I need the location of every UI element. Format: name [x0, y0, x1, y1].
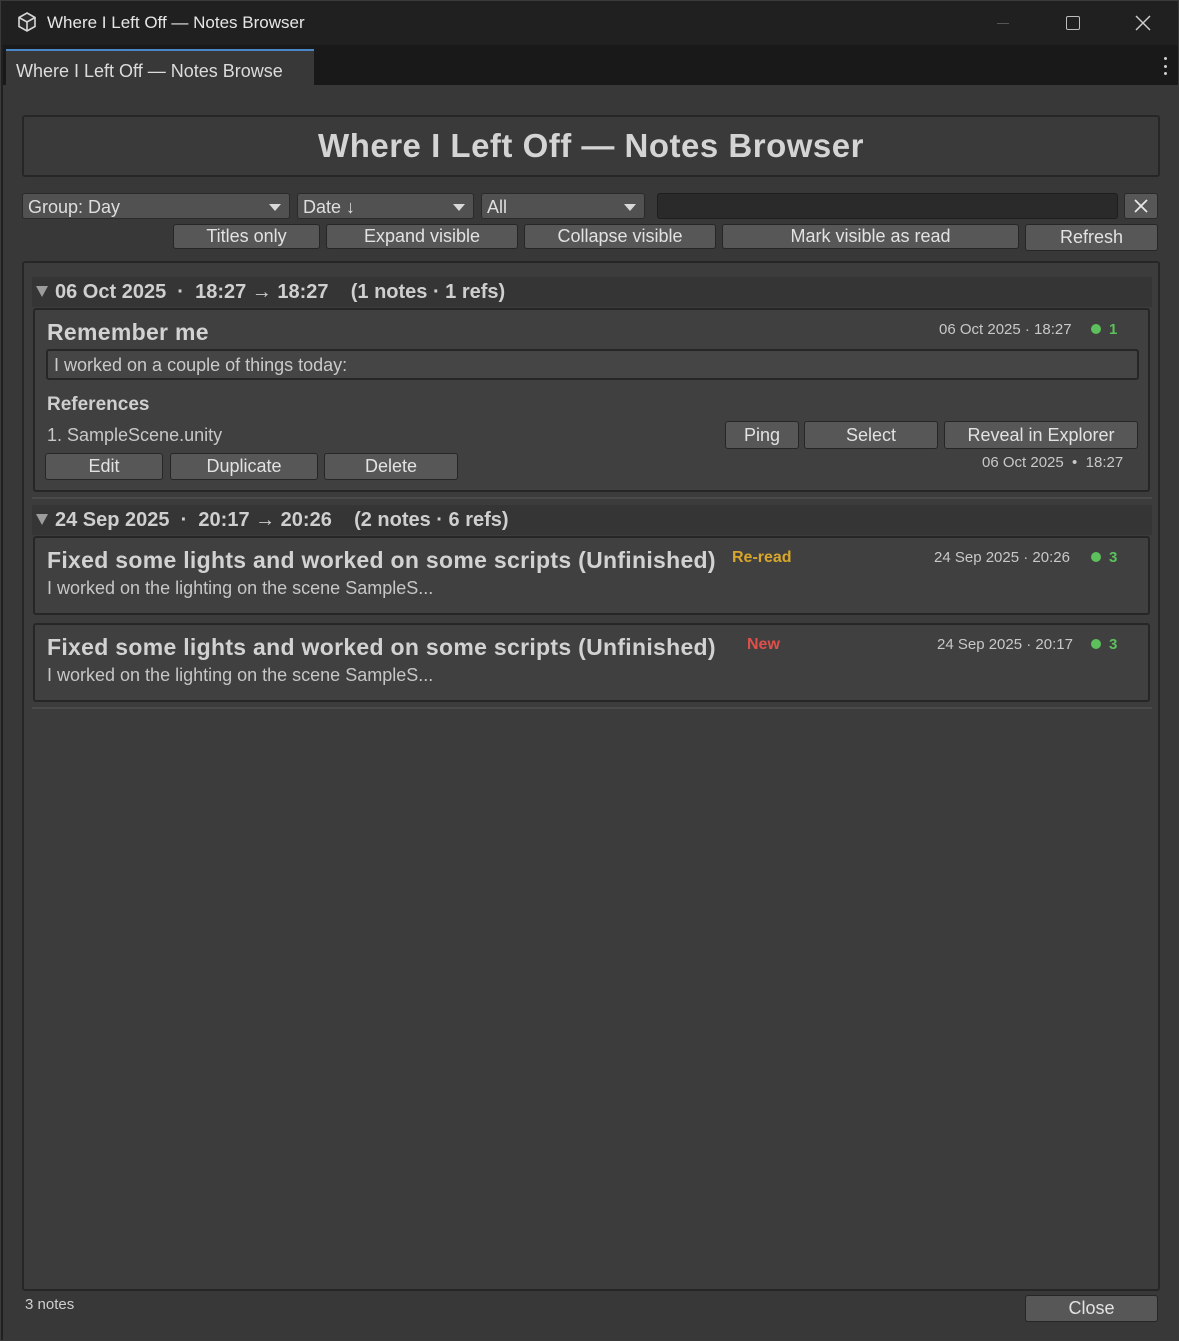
kebab-menu-icon[interactable] — [1162, 57, 1168, 75]
group-header[interactable]: 06 Oct 2025 · 18:27 → 18:27 (1 notes · 1… — [32, 277, 1152, 307]
delete-button[interactable]: Delete — [324, 453, 458, 480]
note-timestamp: 06 Oct 2025 · 18:27 — [939, 321, 1072, 338]
ref-status-dot-icon — [1091, 324, 1101, 334]
note-title: Fixed some lights and worked on some scr… — [47, 547, 716, 573]
close-icon — [1134, 199, 1148, 213]
reveal-in-explorer-button[interactable]: Reveal in Explorer — [944, 421, 1138, 449]
close-button[interactable]: Close — [1025, 1295, 1158, 1322]
expand-arrow-icon[interactable] — [36, 514, 48, 525]
note-body-field[interactable]: I worked on a couple of things today: — [46, 349, 1139, 380]
notes-list: 06 Oct 2025 · 18:27 → 18:27 (1 notes · 1… — [22, 261, 1160, 1291]
group-by-dropdown[interactable]: Group: Day — [22, 193, 290, 219]
group-by-value: Group: Day — [28, 197, 121, 217]
content-area: Where I Left Off — Notes Browser Group: … — [3, 85, 1178, 1340]
window-title: Where I Left Off — Notes Browser — [47, 13, 305, 32]
titles-only-button[interactable]: Titles only — [173, 224, 320, 249]
sort-dropdown[interactable]: Date ↓ — [297, 193, 474, 219]
page-title: Where I Left Off — Notes Browser — [318, 127, 864, 164]
note-preview: I worked on the lighting on the scene Sa… — [47, 578, 434, 598]
ref-count: 3 — [1109, 636, 1118, 653]
minimize-icon — [997, 22, 1009, 24]
filter-value: All — [487, 197, 508, 217]
window-close-button[interactable] — [1113, 1, 1173, 45]
edit-button[interactable]: Edit — [45, 453, 163, 480]
refresh-button[interactable]: Refresh — [1025, 224, 1158, 251]
chevron-down-icon — [624, 204, 636, 211]
chevron-down-icon — [453, 204, 465, 211]
ref-status-dot-icon — [1091, 552, 1101, 562]
reference-name: 1. SampleScene.unity — [47, 425, 223, 445]
collapse-visible-button[interactable]: Collapse visible — [524, 224, 716, 249]
note-card[interactable]: Fixed some lights and worked on some scr… — [33, 536, 1150, 615]
search-input[interactable] — [657, 193, 1118, 219]
group-divider — [32, 497, 1152, 499]
mark-visible-read-button[interactable]: Mark visible as read — [722, 224, 1019, 249]
tab-strip: Where I Left Off — Notes Browse — [3, 45, 1178, 85]
note-count: 3 notes — [25, 1296, 75, 1313]
search-clear-button[interactable] — [1124, 193, 1158, 219]
ping-button[interactable]: Ping — [725, 421, 799, 449]
chevron-down-icon — [269, 204, 281, 211]
ref-count: 3 — [1109, 549, 1118, 566]
header-panel: Where I Left Off — Notes Browser — [22, 115, 1160, 177]
unity-app-icon — [18, 12, 36, 32]
note-title: Remember me — [47, 319, 209, 345]
tab-notes-browser[interactable]: Where I Left Off — Notes Browse — [6, 49, 314, 85]
tab-label: Where I Left Off — Notes Browse — [16, 61, 283, 81]
group-header-label: 06 Oct 2025 · 18:27 → 18:27 (1 notes · 1… — [55, 281, 506, 303]
maximize-icon — [1066, 16, 1080, 30]
group-header-label: 24 Sep 2025 · 20:17 → 20:26 (2 notes · 6… — [55, 509, 509, 531]
note-title: Fixed some lights and worked on some scr… — [47, 634, 716, 660]
ref-status-dot-icon — [1091, 639, 1101, 649]
group-divider — [32, 707, 1152, 709]
maximize-button[interactable] — [1043, 1, 1103, 45]
duplicate-button[interactable]: Duplicate — [170, 453, 318, 480]
filter-dropdown[interactable]: All — [481, 193, 645, 219]
expand-visible-button[interactable]: Expand visible — [326, 224, 518, 249]
notes-browser-window: Where I Left Off — Notes Browser Where I… — [0, 0, 1179, 1341]
note-card-expanded[interactable]: Remember me 06 Oct 2025 · 18:27 1 I work… — [33, 308, 1150, 492]
references-heading: References — [47, 394, 150, 415]
close-icon — [1135, 15, 1151, 31]
note-timestamp: 24 Sep 2025 · 20:17 — [937, 636, 1073, 653]
note-card[interactable]: Fixed some lights and worked on some scr… — [33, 623, 1150, 702]
expand-arrow-icon[interactable] — [36, 286, 48, 297]
title-bar: Where I Left Off — Notes Browser — [1, 1, 1178, 45]
minimize-button[interactable] — [973, 1, 1033, 45]
select-button[interactable]: Select — [804, 421, 938, 449]
ref-count: 1 — [1109, 321, 1118, 338]
sort-value: Date ↓ — [303, 197, 356, 217]
group-header[interactable]: 24 Sep 2025 · 20:17 → 20:26 (2 notes · 6… — [32, 505, 1152, 535]
new-badge: New — [747, 636, 780, 653]
reread-badge: Re-read — [732, 549, 792, 566]
note-timestamp: 24 Sep 2025 · 20:26 — [934, 549, 1070, 566]
note-preview: I worked on the lighting on the scene Sa… — [47, 665, 434, 685]
note-body-text: I worked on a couple of things today: — [54, 355, 348, 375]
reference-timestamp: 06 Oct 2025 • 18:27 — [982, 454, 1124, 471]
